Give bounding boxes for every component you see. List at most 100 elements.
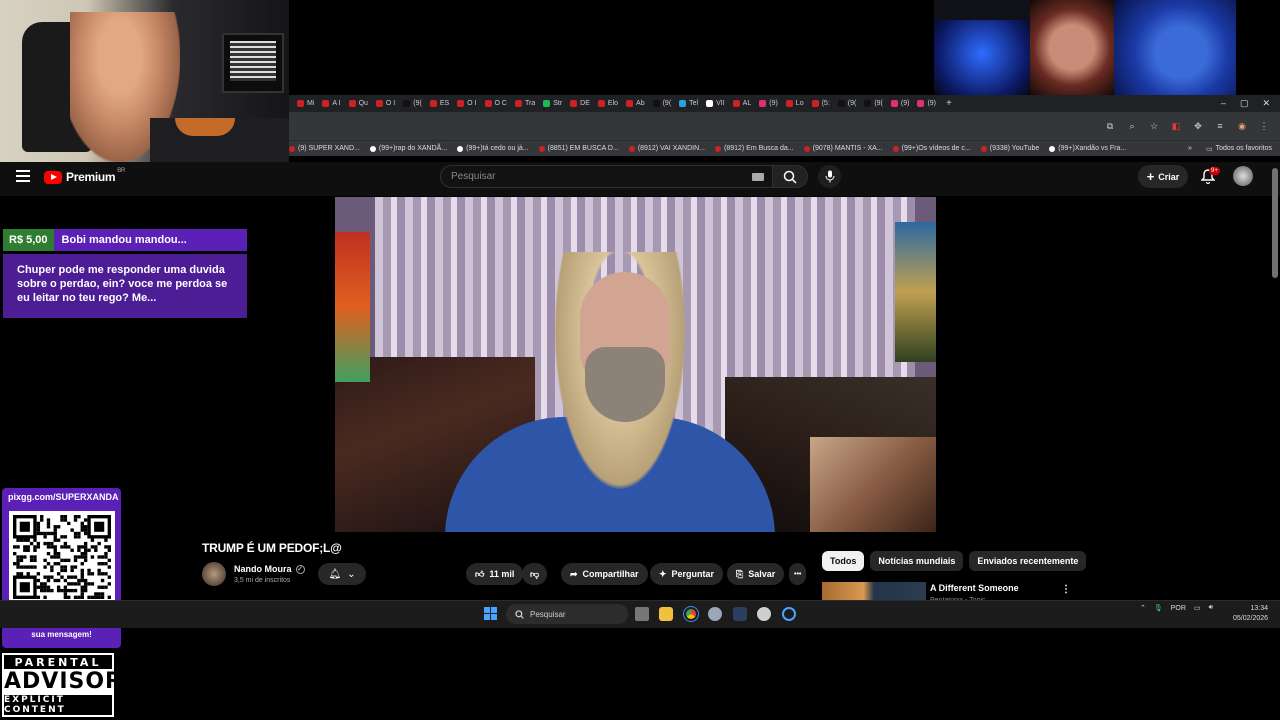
tab-favicon-icon [570, 100, 578, 107]
browser-tab[interactable]: VII [702, 95, 729, 112]
related-video-menu-icon[interactable]: ⋮ [1061, 584, 1071, 595]
browser-tab[interactable]: A I [318, 95, 344, 112]
bookmark-item[interactable]: (99+)Xandão vs Fra... [1049, 145, 1126, 152]
video-player[interactable] [335, 197, 936, 532]
related-video-thumbnail[interactable] [822, 582, 926, 600]
network-icon[interactable]: ▭ [1194, 604, 1201, 612]
browser-tab[interactable]: Mi [293, 95, 318, 112]
file-explorer-icon[interactable] [659, 607, 673, 621]
profile-icon[interactable]: ◉ [1236, 120, 1248, 132]
tab-favicon-icon [543, 100, 551, 107]
related-video-title[interactable]: A Different Someone [930, 583, 1019, 593]
settings-icon[interactable] [708, 607, 722, 621]
maximize-button[interactable]: ▢ [1240, 98, 1249, 109]
browser-tab[interactable]: O I [453, 95, 480, 112]
zoom-icon[interactable]: ⌕ [1126, 120, 1138, 132]
filter-chip[interactable]: Notícias mundiais [870, 551, 964, 571]
channel-name[interactable]: Nando Moura ✓ [234, 564, 305, 574]
voice-search-button[interactable] [818, 165, 841, 188]
create-button[interactable]: + Criar [1138, 165, 1188, 188]
bookmark-item[interactable]: (9078) MANTIS - XA... [803, 145, 883, 152]
extension-red-icon[interactable]: ◧ [1170, 120, 1182, 132]
browser-tab[interactable]: Tra [511, 95, 539, 112]
tab-favicon-icon [890, 100, 898, 107]
bookmarks-overflow[interactable]: » [1188, 145, 1192, 153]
account-avatar[interactable] [1233, 166, 1253, 186]
extensions-icon[interactable]: ✥ [1192, 120, 1204, 132]
bookmark-item[interactable]: (8912) VAI XANDIN... [628, 145, 705, 152]
browser-tab[interactable]: (5: [808, 95, 834, 112]
channel-avatar[interactable] [202, 562, 226, 586]
bookmark-favicon-icon [892, 145, 899, 152]
keyboard-icon[interactable] [752, 172, 764, 181]
browser-tab[interactable]: O I [372, 95, 399, 112]
volume-icon[interactable]: 🔊︎ [1209, 604, 1213, 612]
ask-button[interactable]: ✦ Perguntar [650, 563, 724, 585]
bookmark-item[interactable]: (99+)Os vídeos de c... [892, 145, 971, 152]
browser-tab[interactable]: (9( [860, 95, 887, 112]
thumbs-down-icon: 👎︎ [530, 568, 540, 579]
chrome-icon[interactable] [683, 606, 699, 622]
browser-tab[interactable]: (9) [913, 95, 940, 112]
bookmark-item[interactable]: (9338) YouTube [980, 145, 1039, 152]
browser-tab[interactable]: Ab [622, 95, 649, 112]
chevron-up-icon[interactable]: ⌃ [1140, 604, 1146, 612]
filter-chip[interactable]: Todos [822, 551, 865, 571]
save-button[interactable]: ⎘ Salvar [727, 563, 785, 585]
bookmark-item[interactable]: (9) SUPER XAND... [289, 145, 360, 152]
notification-badge: 9+ [1209, 167, 1220, 175]
browser-tab[interactable]: (9( [649, 95, 676, 112]
task-view-icon[interactable] [635, 607, 649, 621]
star-icon[interactable]: ☆ [1148, 120, 1160, 132]
bookmark-favicon-icon [714, 145, 721, 152]
browser-tab[interactable]: AL [729, 95, 756, 112]
dislike-button[interactable]: 👎︎ [522, 563, 548, 585]
browser-tab[interactable]: Elo [594, 95, 622, 112]
page-scrollbar[interactable] [1272, 168, 1278, 278]
taskbar-search[interactable]: Pesquisar [506, 604, 628, 624]
browser-tab[interactable]: Qu [345, 95, 372, 112]
browser-tab[interactable]: ES [426, 95, 453, 112]
search-button[interactable] [772, 165, 808, 188]
more-actions-button[interactable]: ••• [789, 563, 807, 585]
close-button[interactable]: ✕ [1262, 98, 1270, 109]
qr-code [9, 511, 115, 603]
like-button[interactable]: 👍︎ 11 mil [466, 563, 524, 585]
browser-tab[interactable]: (9) [755, 95, 782, 112]
language-indicator[interactable]: POR [1171, 605, 1186, 612]
system-clock[interactable]: 13:34 05/02/2026 [1233, 604, 1268, 624]
minimize-button[interactable]: – [1221, 98, 1226, 109]
bookmark-item[interactable]: (8912) Em Busca da... [714, 145, 794, 152]
browser-tab[interactable]: (9( [834, 95, 861, 112]
browser-tab[interactable]: Str [539, 95, 566, 112]
microphone-tray-icon[interactable]: 🎙︎ [1154, 604, 1163, 612]
search-icon [783, 170, 797, 184]
menu-icon[interactable]: ⋮ [1258, 120, 1270, 132]
bookmark-favicon-icon [369, 145, 376, 152]
browser-tab[interactable]: Tel [675, 95, 702, 112]
new-tab-button[interactable]: + [940, 98, 958, 109]
browser-tab[interactable]: Lo [782, 95, 808, 112]
media-icon[interactable]: ≡ [1214, 120, 1226, 132]
app-circle-icon[interactable] [782, 607, 796, 621]
youtube-play-icon [44, 170, 62, 184]
subscription-notifications-button[interactable]: 🔔︎ ⌄ [318, 563, 366, 585]
share-button[interactable]: ➦ Compartilhar [561, 563, 648, 585]
browser-tab[interactable]: O C [481, 95, 511, 112]
search-input[interactable]: Pesquisar [440, 165, 773, 188]
browser-tab[interactable]: (9( [399, 95, 426, 112]
browser-tab[interactable]: DE [566, 95, 594, 112]
steam-icon[interactable] [733, 607, 747, 621]
bookmark-item[interactable]: (8851) EM BUSCA D... [538, 145, 619, 152]
youtube-premium-logo[interactable]: Premium BR [44, 168, 125, 184]
filter-chip[interactable]: Enviados recentemente [969, 551, 1087, 571]
bookmark-item[interactable]: (99+)tá cedo ou já... [457, 145, 529, 152]
all-bookmarks-folder[interactable]: ▭ Todos os favoritos [1206, 145, 1272, 153]
bookmark-item[interactable]: (99+)rap do XANDÃ... [369, 145, 447, 152]
start-button-icon[interactable] [484, 607, 497, 620]
browser-tab[interactable]: (9) [887, 95, 914, 112]
tab-favicon-icon [706, 100, 714, 107]
app-icon[interactable] [757, 607, 771, 621]
install-icon[interactable]: ⧉ [1104, 120, 1116, 132]
hamburger-menu-icon[interactable] [16, 170, 30, 182]
